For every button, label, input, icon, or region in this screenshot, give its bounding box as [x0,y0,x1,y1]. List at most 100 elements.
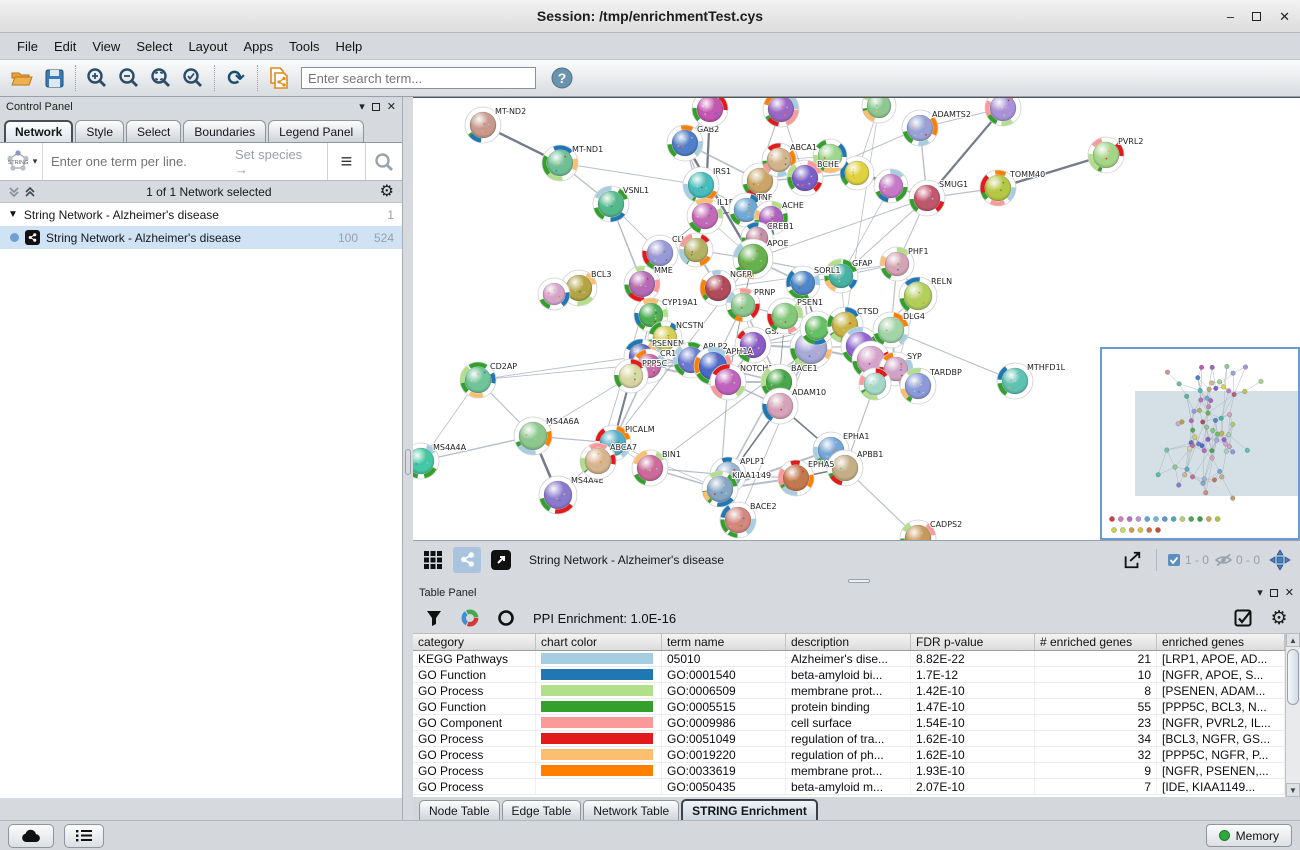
network-node[interactable]: ADAMTS2 [902,110,971,146]
column-header-chart-color[interactable]: chart color [536,634,662,650]
menu-tools[interactable]: Tools [282,36,326,57]
birdseye-overview[interactable] [1100,347,1300,540]
network-node[interactable]: MS4A6A [514,417,580,455]
network-node[interactable]: APBB1 [827,450,883,486]
network-canvas[interactable]: MT-ND2MT-ND1VSNL1GAB2ADAMTS2SMUG1TOMM40P… [413,97,1300,540]
menu-view[interactable]: View [85,36,127,57]
tab-style[interactable]: Style [75,120,124,142]
detach-view-button[interactable] [487,547,515,573]
scrollbar-thumb[interactable] [1287,649,1299,705]
table-row[interactable]: GO ProcessGO:0051049regulation of tra...… [413,731,1300,747]
menu-layout[interactable]: Layout [181,36,234,57]
network-node[interactable]: BCHE [787,160,839,196]
export-network-button[interactable] [1118,547,1146,573]
settings-button[interactable]: ⚙ [1266,606,1292,630]
help-button[interactable]: ? [546,63,578,93]
tab-node-table[interactable]: Node Table [419,800,500,820]
zoom-in-button[interactable] [81,63,113,93]
column-header-category[interactable]: category [413,634,536,650]
table-row[interactable]: GO ProcessGO:0019220regulation of ph...1… [413,747,1300,763]
menu-apps[interactable]: Apps [237,36,281,57]
network-node[interactable]: ABCA7 [580,443,637,479]
network-node[interactable]: MT-ND2 [465,107,526,143]
tab-select[interactable]: Select [126,120,181,142]
panel-float-icon[interactable] [372,103,380,111]
network-node[interactable]: RELN [899,277,952,315]
expand-collapse-icons[interactable] [8,185,38,199]
panel-menu-icon[interactable]: ▾ [1257,588,1263,599]
table-row[interactable]: GO FunctionGO:0001540beta-amyloid bi...1… [413,667,1300,683]
zoom-selected-button[interactable] [177,63,209,93]
table-row[interactable]: GO ProcessGO:0050435beta-amyloid m...2.0… [413,779,1300,795]
network-node[interactable]: MME [624,266,673,302]
network-node[interactable]: MTHFD1L [997,363,1066,399]
clear-charts-button[interactable] [493,606,519,630]
network-node[interactable]: BIN1 [632,450,681,486]
column-header-description[interactable]: description [786,634,911,650]
network-node[interactable]: CADPS2 [900,520,962,541]
memory-button[interactable]: Memory [1206,824,1292,847]
draw-charts-button[interactable] [457,606,483,630]
select-terms-button[interactable] [1230,606,1256,630]
tab-edge-table[interactable]: Edge Table [502,800,582,820]
table-vertical-scrollbar[interactable]: ▲ ▼ [1285,633,1300,797]
string-view-button[interactable] [453,547,481,573]
network-node[interactable] [862,98,896,123]
menu-select[interactable]: Select [129,36,179,57]
vertical-splitter[interactable] [403,97,413,820]
tab-string-enrichment[interactable]: STRING Enrichment [681,799,818,820]
cloud-tasks-button[interactable] [8,824,54,848]
network-node[interactable]: BACE2 [720,502,777,538]
table-row[interactable]: GO FunctionGO:0005515protein binding1.47… [413,699,1300,715]
selected-checkbox-icon[interactable] [1167,553,1181,567]
menu-help[interactable]: Help [329,36,370,57]
gear-icon[interactable]: ⚙ [380,184,394,200]
tab-boundaries[interactable]: Boundaries [183,120,266,142]
pan-compass-button[interactable] [1266,547,1294,573]
splitter-handle[interactable] [405,449,411,475]
collapse-triangle-icon[interactable]: ▼ [8,209,18,220]
network-node[interactable]: VSNL1 [593,186,649,222]
network-node[interactable] [679,233,713,267]
panel-float-icon[interactable] [1270,589,1278,597]
column-header-fdr-p-value[interactable]: FDR p-value [911,634,1035,650]
table-row[interactable]: GO ProcessGO:0033619membrane prot...1.93… [413,763,1300,779]
save-session-button[interactable] [38,63,70,93]
tab-legend-panel[interactable]: Legend Panel [268,120,364,142]
open-session-button[interactable] [6,63,38,93]
network-node[interactable]: EPHA5 [778,460,834,496]
string-search-button[interactable] [365,143,402,180]
scroll-up-arrow[interactable]: ▲ [1286,633,1300,647]
panel-menu-icon[interactable]: ▾ [359,102,365,113]
tab-network[interactable]: Network [4,120,73,142]
network-from-selection-button[interactable] [263,63,295,93]
network-node[interactable]: PVRL2 [1088,137,1143,173]
tab-network-table[interactable]: Network Table [583,800,679,820]
network-node[interactable]: MS4A4A [413,443,467,479]
string-protein-query-button[interactable]: STRING ▾ [0,143,43,180]
network-row[interactable]: String Network - Alzheimer's disease 100… [0,226,402,249]
column-header-enriched-genes[interactable]: enriched genes [1157,634,1285,650]
network-node[interactable]: CD2AP [460,362,517,398]
network-node[interactable] [874,169,908,203]
network-node[interactable]: DLG4 [873,312,925,348]
filter-button[interactable] [421,606,447,630]
table-row[interactable]: KEGG Pathways05010Alzheimer's dise...8.8… [413,651,1300,667]
network-node[interactable] [692,98,728,127]
column-header--enriched-genes[interactable]: # enriched genes [1035,634,1157,650]
zoom-fit-button[interactable] [145,63,177,93]
zoom-out-button[interactable] [113,63,145,93]
menu-edit[interactable]: Edit [47,36,83,57]
network-node[interactable]: TARDBP [900,368,962,404]
grid-view-button[interactable] [419,547,447,573]
network-node[interactable]: PHF1 [880,247,929,281]
network-node[interactable] [538,278,570,310]
network-collection-row[interactable]: ▼ String Network - Alzheimer's disease 1 [0,203,402,226]
maximize-button[interactable] [1252,12,1261,21]
species-hint[interactable]: Set species → [235,143,327,180]
panel-close-icon[interactable]: ✕ [1285,588,1294,599]
task-history-button[interactable] [64,824,104,848]
eye-off-icon[interactable] [1215,553,1232,567]
network-node[interactable]: SMUG1 [909,180,968,216]
minimize-button[interactable]: – [1227,9,1234,24]
